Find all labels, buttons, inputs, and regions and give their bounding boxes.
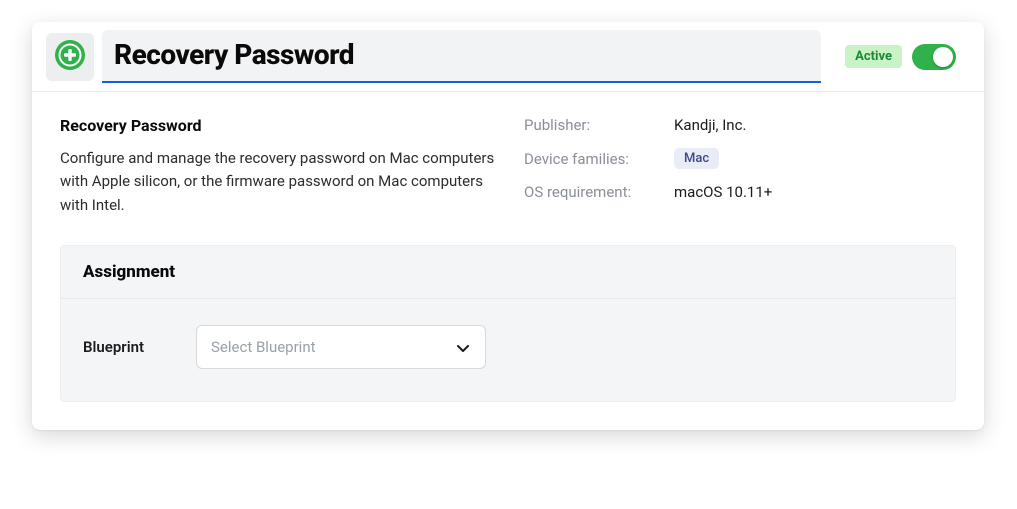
kv-value: Kandji, Inc.: [674, 116, 746, 134]
summary-title: Recovery Password: [60, 116, 500, 135]
kv-label: OS requirement:: [524, 183, 674, 201]
title-field-wrap: [102, 30, 821, 83]
kv-device-families: Device families: Mac: [524, 148, 956, 169]
info-left: Recovery Password Configure and manage t…: [60, 116, 500, 217]
plus-circle-icon: [53, 38, 87, 76]
info-right: Publisher: Kandji, Inc. Device families:…: [524, 116, 956, 217]
device-family-pill: Mac: [674, 148, 719, 169]
header-bar: Active: [32, 22, 984, 92]
kv-value: Mac: [674, 148, 719, 169]
assignment-heading: Assignment: [61, 246, 955, 299]
assignment-section: Assignment Blueprint Select Blueprint: [60, 245, 956, 402]
blueprint-label: Blueprint: [83, 338, 144, 356]
assignment-body: Blueprint Select Blueprint: [61, 299, 955, 401]
active-badge: Active: [845, 45, 902, 68]
info-section: Recovery Password Configure and manage t…: [32, 92, 984, 245]
kv-label: Publisher:: [524, 116, 674, 134]
active-toggle[interactable]: [912, 44, 956, 70]
kv-label: Device families:: [524, 150, 674, 168]
summary-description: Configure and manage the recovery passwo…: [60, 147, 500, 217]
kv-publisher: Publisher: Kandji, Inc.: [524, 116, 956, 134]
kv-os-requirement: OS requirement: macOS 10.11+: [524, 183, 956, 201]
library-item-card: Active Recovery Password Configure and m…: [32, 22, 984, 430]
blueprint-select[interactable]: Select Blueprint: [196, 325, 486, 369]
blueprint-placeholder: Select Blueprint: [211, 338, 316, 356]
chevron-down-icon: [457, 337, 469, 356]
item-icon-container: [46, 33, 94, 81]
kv-value: macOS 10.11+: [674, 183, 772, 201]
title-input[interactable]: [102, 30, 821, 83]
